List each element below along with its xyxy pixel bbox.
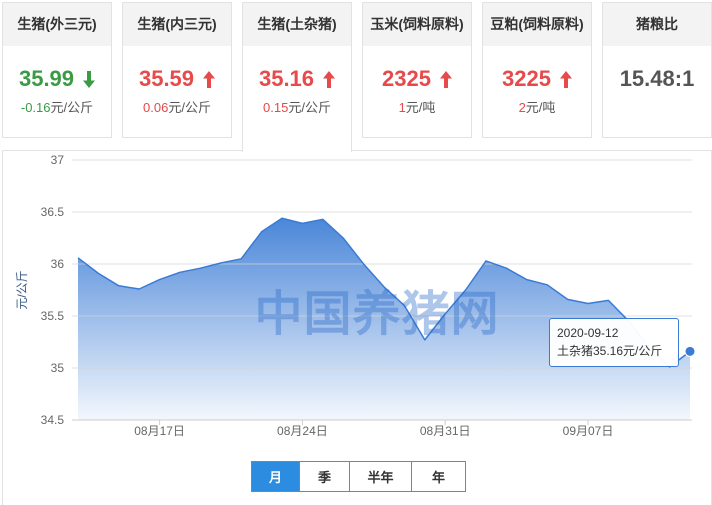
card-change: 1元/吨 (363, 98, 471, 118)
card-price: 3225 (502, 66, 551, 91)
card-price: 35.59 (138, 66, 195, 91)
card-change-unit: 元/吨 (405, 100, 436, 115)
card-change: 0.15元/公斤 (243, 98, 351, 118)
range-month-button[interactable]: 月 (252, 462, 299, 491)
tooltip-value: 土杂猪35.16元/公斤 (557, 344, 663, 358)
card-change: 0.06元/公斤 (123, 98, 231, 118)
card-change-unit: 元/公斤 (50, 100, 94, 115)
card-title: 生猪(土杂猪) (243, 3, 351, 46)
arrow-down-icon (83, 70, 96, 88)
tooltip-date: 2020-09-12 (557, 326, 619, 340)
card-soymeal[interactable]: 豆粕(饲料原料) 3225 2元/吨 (482, 2, 592, 138)
card-price-row: 35.16 (243, 64, 351, 94)
card-change-value: 0.06 (143, 100, 169, 115)
card-change-unit: 元/公斤 (288, 100, 331, 115)
arrow-up-icon (439, 70, 452, 88)
card-price-row: 15.48:1 (603, 64, 711, 94)
card-pig-grain-ratio[interactable]: 猪粮比 15.48:1 (602, 2, 712, 138)
range-year-button[interactable]: 年 (411, 462, 465, 491)
card-change-unit: 元/公斤 (168, 100, 211, 115)
card-price-row: 35.99 (3, 64, 111, 94)
arrow-up-icon (323, 70, 336, 88)
card-change-value: 1 (398, 100, 406, 115)
range-selector: 月 季 半年 年 (251, 461, 466, 492)
card-pig-neisanyuan[interactable]: 生猪(内三元) 35.59 0.06元/公斤 (122, 2, 232, 138)
card-price: 35.16 (258, 66, 315, 91)
card-change: 2元/吨 (483, 98, 591, 118)
range-quarter-button[interactable]: 季 (299, 462, 349, 491)
card-price-row: 2325 (363, 64, 471, 94)
card-change-value: 2 (518, 100, 526, 115)
card-pig-waisanyuan[interactable]: 生猪(外三元) 35.99 -0.16元/公斤 (2, 2, 112, 138)
card-title: 生猪(内三元) (123, 3, 231, 46)
card-title: 豆粕(饲料原料) (483, 3, 591, 46)
card-title: 猪粮比 (603, 3, 711, 46)
arrow-up-icon (203, 70, 216, 88)
card-price: 2325 (382, 66, 431, 91)
range-halfyear-button[interactable]: 半年 (349, 462, 411, 491)
card-change-value: -0.16 (20, 100, 51, 115)
card-pig-tuzazhu[interactable]: 生猪(土杂猪) 35.16 0.15元/公斤 (242, 2, 352, 152)
card-change-value: 0.15 (263, 100, 289, 115)
card-corn[interactable]: 玉米(饲料原料) 2325 1元/吨 (362, 2, 472, 138)
card-price: 35.99 (18, 66, 75, 91)
card-ratio: 15.48:1 (619, 66, 695, 91)
arrow-up-icon (559, 70, 572, 88)
card-change-unit: 元/吨 (525, 100, 556, 115)
card-change: -0.16元/公斤 (3, 98, 111, 118)
watermark: 中国养猪网 (254, 288, 500, 341)
card-price-row: 3225 (483, 64, 591, 94)
card-title: 玉米(饲料原料) (363, 3, 471, 46)
chart-tooltip: 2020-09-12 土杂猪35.16元/公斤 (549, 318, 679, 367)
card-price-row: 35.59 (123, 64, 231, 94)
card-title: 生猪(外三元) (3, 3, 111, 46)
